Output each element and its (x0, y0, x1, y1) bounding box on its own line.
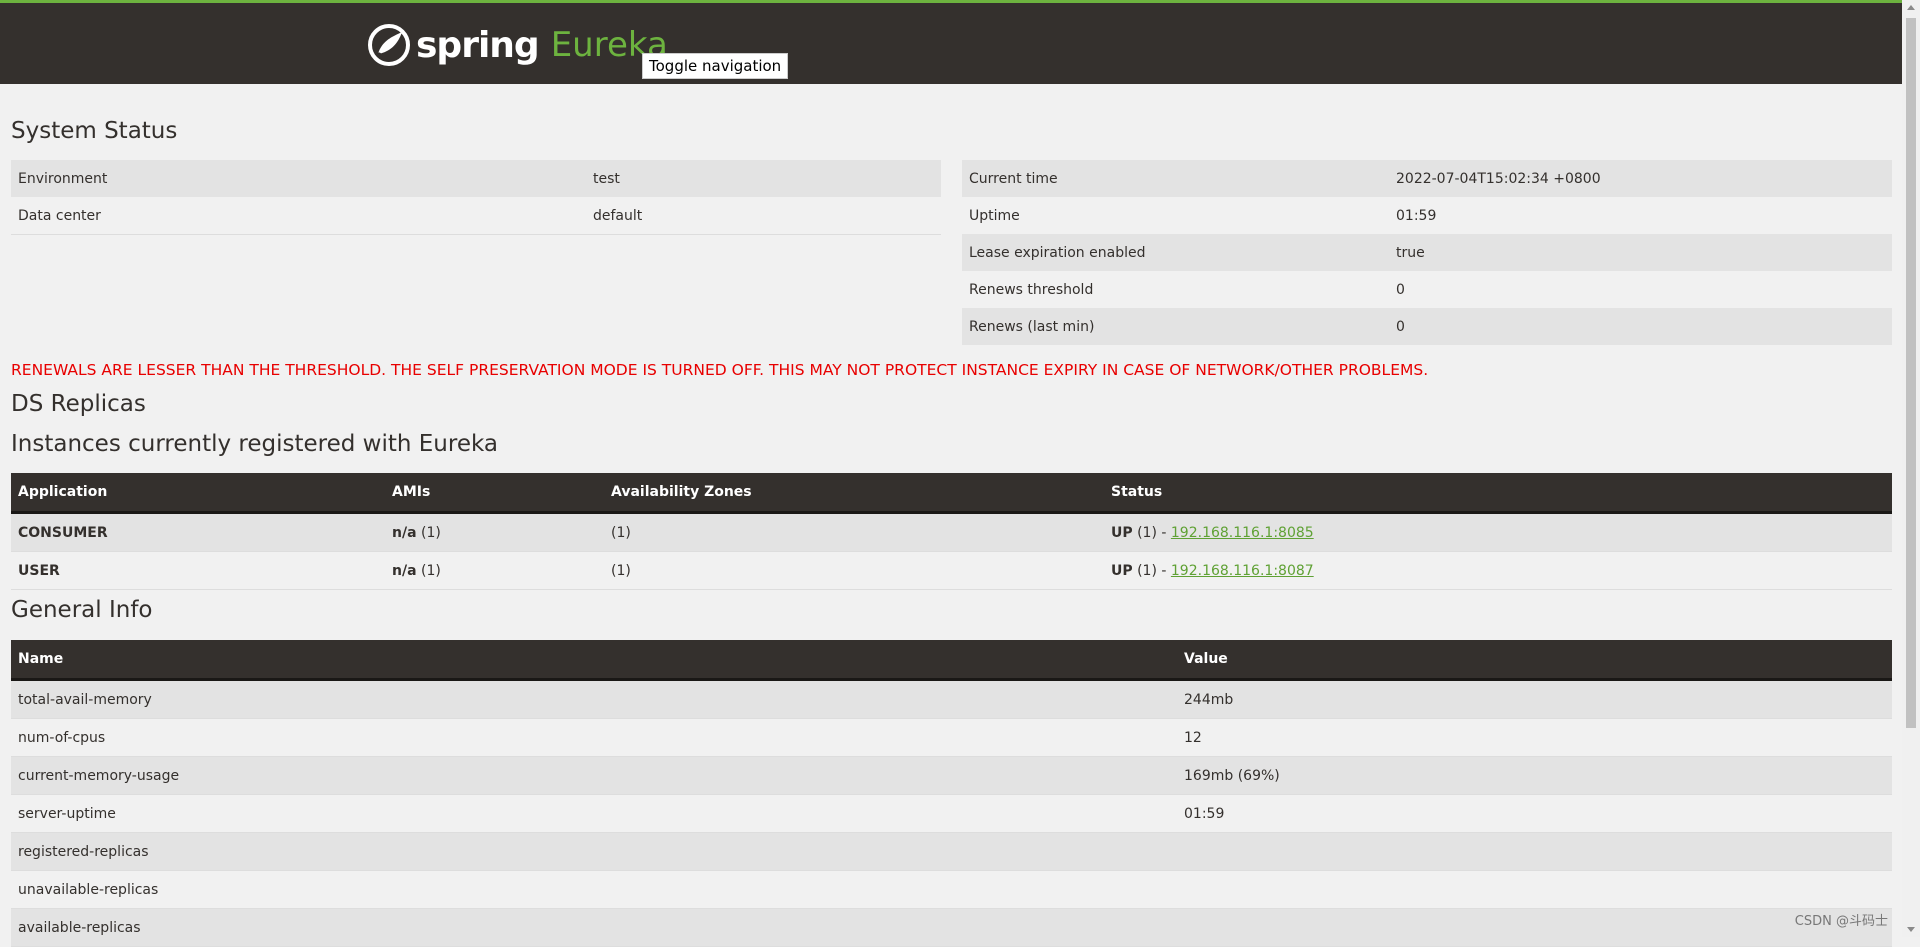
status-row: Environment test (11, 160, 941, 197)
status-row: Uptime 01:59 (962, 197, 1892, 234)
instances-table: Application AMIs Availability Zones Stat… (11, 473, 1892, 590)
info-name: total-avail-memory (11, 679, 1177, 719)
spring-eureka-logo[interactable]: spring Eureka (368, 21, 668, 69)
info-value: 244mb (1177, 679, 1892, 719)
scroll-up-arrow-icon[interactable] (1907, 5, 1915, 10)
spring-leaf-icon (368, 24, 410, 66)
status-label: Environment (11, 160, 586, 197)
info-name: num-of-cpus (11, 718, 1177, 757)
info-row: num-of-cpus 12 (11, 718, 1892, 757)
ami-value: n/a (392, 524, 417, 541)
status-label: Lease expiration enabled (962, 234, 1389, 271)
vertical-scrollbar[interactable] (1902, 0, 1920, 937)
instances-title: Instances currently registered with Eure… (11, 431, 498, 457)
column-header-value: Value (1177, 640, 1892, 681)
status-value: 2022-07-04T15:02:34 +0800 (1389, 160, 1892, 197)
info-row: available-replicas (11, 908, 1892, 947)
system-status-title: System Status (11, 118, 178, 144)
instance-zones: (1) (604, 512, 1104, 552)
ami-value: n/a (392, 562, 417, 579)
system-status-left-table: Environment test Data center default (11, 160, 941, 235)
instance-amis: n/a (1) (385, 512, 604, 552)
info-name: unavailable-replicas (11, 870, 1177, 909)
column-header-amis: AMIs (385, 473, 604, 514)
column-header-name: Name (11, 640, 1177, 681)
status-label: Renews (last min) (962, 308, 1389, 345)
column-header-availability-zones: Availability Zones (604, 473, 1104, 514)
info-name: registered-replicas (11, 832, 1177, 871)
general-info-table: Name Value total-avail-memory 244mb num-of… (11, 640, 1892, 947)
info-value: 169mb (69%) (1177, 756, 1892, 795)
status-row: Renews threshold 0 (962, 271, 1892, 308)
status-up: UP (1111, 562, 1133, 579)
column-header-status: Status (1104, 473, 1892, 514)
ds-replicas-title: DS Replicas (11, 391, 146, 417)
info-value: 01:59 (1177, 794, 1892, 833)
ami-count: (1) (420, 524, 441, 541)
status-value: test (586, 160, 941, 197)
status-row: Current time 2022-07-04T15:02:34 +0800 (962, 160, 1892, 197)
instance-link[interactable]: 192.168.116.1:8087 (1171, 563, 1314, 579)
self-preservation-warning: RENEWALS ARE LESSER THAN THE THRESHOLD. … (11, 361, 1429, 379)
general-info-title: General Info (11, 597, 153, 623)
status-label: Renews threshold (962, 271, 1389, 308)
info-name: current-memory-usage (11, 756, 1177, 795)
info-name: available-replicas (11, 908, 1177, 947)
instance-row: USER n/a (1) (1) UP (1) - 192.168.116.1:808… (11, 551, 1892, 590)
info-value (1177, 908, 1892, 947)
status-count: (1) - (1137, 562, 1171, 579)
status-value: 0 (1389, 308, 1892, 345)
instance-row: CONSUMER n/a (1) (1) UP (1) - 192.168.116.1… (11, 512, 1892, 552)
info-row: unavailable-replicas (11, 870, 1892, 909)
instance-amis: n/a (1) (385, 551, 604, 590)
info-row: current-memory-usage 169mb (69%) (11, 756, 1892, 795)
status-row: Data center default (11, 197, 941, 235)
status-label: Uptime (962, 197, 1389, 234)
status-count: (1) - (1137, 524, 1171, 541)
info-value (1177, 870, 1892, 909)
instance-status: UP (1) - 192.168.116.1:8087 (1104, 551, 1892, 590)
watermark: CSDN @斗码士 (1794, 914, 1888, 929)
status-label: Current time (962, 160, 1389, 197)
info-row: server-uptime 01:59 (11, 794, 1892, 833)
status-value: 0 (1389, 271, 1892, 308)
instance-application: USER (11, 551, 385, 590)
info-row: registered-replicas (11, 832, 1892, 871)
status-value: default (586, 197, 941, 235)
instance-status: UP (1) - 192.168.116.1:8085 (1104, 512, 1892, 552)
status-row: Renews (last min) 0 (962, 308, 1892, 345)
info-row: total-avail-memory 244mb (11, 679, 1892, 719)
status-row: Lease expiration enabled true (962, 234, 1892, 271)
application-name: CONSUMER (18, 524, 108, 541)
info-value: 12 (1177, 718, 1892, 757)
status-label: Data center (11, 197, 586, 235)
info-name: server-uptime (11, 794, 1177, 833)
instance-link[interactable]: 192.168.116.1:8085 (1171, 525, 1314, 541)
status-up: UP (1111, 524, 1133, 541)
info-value (1177, 832, 1892, 871)
system-status-right-table: Current time 2022-07-04T15:02:34 +0800 Upt… (962, 160, 1892, 345)
toggle-navigation-button[interactable]: Toggle navigation (642, 53, 789, 79)
column-header-application: Application (11, 473, 385, 514)
status-value: 01:59 (1389, 197, 1892, 234)
scroll-thumb[interactable] (1906, 18, 1916, 728)
brand-spring-text: spring (416, 24, 540, 66)
scroll-down-arrow-icon[interactable] (1907, 927, 1915, 932)
instance-zones: (1) (604, 551, 1104, 590)
instance-application: CONSUMER (11, 512, 385, 552)
application-name: USER (18, 562, 60, 579)
ami-count: (1) (420, 562, 441, 579)
top-navbar: spring Eureka Toggle navigation (0, 0, 1902, 84)
status-value: true (1389, 234, 1892, 271)
